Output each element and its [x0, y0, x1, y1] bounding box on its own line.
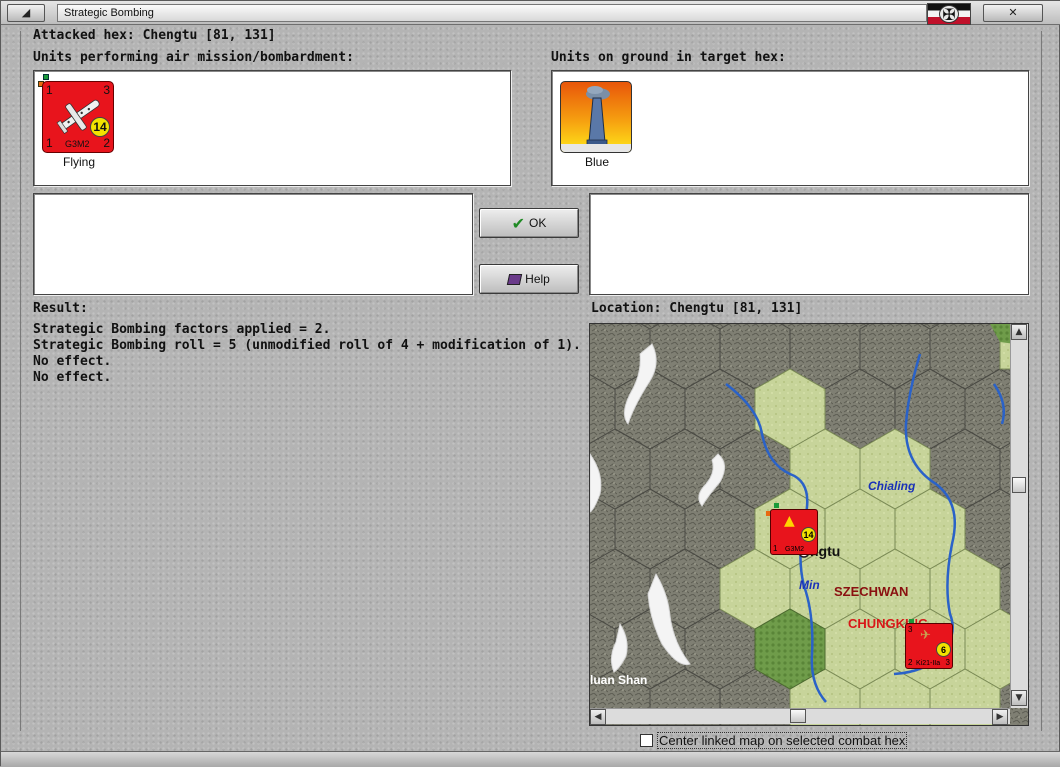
defender-details-panel	[589, 193, 1029, 295]
air-units-panel: 1 3 14 1 G3M2 2 Flying	[33, 70, 511, 186]
iron-cross-icon: ✠	[939, 5, 959, 24]
map-label-chialing: Chialing	[868, 479, 916, 493]
map-unit-strength: 14	[801, 527, 816, 542]
scroll-left-icon[interactable]: ◀	[590, 709, 606, 725]
minimize-icon: ◢	[21, 6, 31, 19]
map-vertical-scrollbar[interactable]: ▲ ▼	[1010, 324, 1028, 708]
ground-units-panel: Blue	[551, 70, 1029, 186]
air-units-heading: Units performing air mission/bombardment…	[33, 50, 354, 65]
close-icon: ✕	[1008, 6, 1018, 19]
map-unit-value: 2	[908, 658, 913, 667]
map-unit-counter: 3 ✈ 6 2 Ki21-IIa 3	[905, 623, 953, 669]
map-label-mountains: luan Shan	[590, 673, 647, 687]
fire-icon: ▲	[784, 513, 795, 529]
bomber-aircraft-icon: ✈	[920, 628, 931, 643]
result-heading: Result:	[33, 301, 88, 316]
result-line: No effect.	[33, 354, 112, 369]
map-unit-g3m2[interactable]: ▲ 14 1 G3M2	[766, 499, 822, 555]
unit-bottom-left-value: 1	[46, 136, 53, 150]
horizontal-scroll-thumb[interactable]	[790, 709, 806, 723]
checkmark-icon: ✔	[511, 213, 526, 233]
status-dot-icon	[43, 74, 49, 80]
close-button[interactable]: ✕	[983, 4, 1043, 22]
unit-bottom-right-value: 2	[103, 136, 110, 150]
map-unit-value: 3	[908, 625, 913, 634]
vertical-scroll-thumb[interactable]	[1012, 477, 1026, 493]
scroll-right-icon[interactable]: ▶	[992, 709, 1008, 725]
nationality-flag-icon: ✠	[927, 3, 971, 25]
map-unit-counter: ▲ 14 1 G3M2	[770, 509, 818, 555]
smokestack-icon	[561, 86, 631, 152]
help-button-label: Help	[525, 272, 550, 286]
factory-smokestack-icon	[560, 81, 632, 153]
title-bar: ◢ Strategic Bombing ✠ ✕	[1, 1, 1060, 25]
map-unit-type: Ki21-IIa	[916, 660, 941, 667]
map-label-province: SZECHWAN	[834, 584, 908, 599]
ok-button[interactable]: ✔ OK	[479, 208, 579, 238]
map-unit-strength: 6	[936, 642, 951, 657]
result-line: Strategic Bombing factors applied = 2.	[33, 322, 331, 337]
map-unit-value: 1	[773, 544, 778, 553]
attacked-hex-label: Attacked hex: Chengtu [81, 131]	[33, 28, 276, 43]
map-unit-type: G3M2	[785, 546, 805, 553]
air-unit-g3m2[interactable]: 1 3 14 1 G3M2 2 Flying	[38, 73, 128, 173]
help-button[interactable]: Help	[479, 264, 579, 294]
status-dot-icon	[774, 503, 779, 508]
book-icon	[506, 273, 523, 285]
ground-units-heading: Units on ground in target hex:	[551, 50, 786, 65]
strength-badge: 14	[90, 117, 110, 137]
result-line: Strategic Bombing roll = 5 (unmodified r…	[33, 338, 581, 353]
map-horizontal-scrollbar[interactable]: ◀ ▶	[590, 708, 1010, 725]
air-unit-counter: 1 3 14 1 G3M2 2	[42, 81, 114, 153]
ok-button-label: OK	[529, 216, 547, 230]
scroll-down-icon[interactable]: ▼	[1011, 690, 1027, 706]
ground-unit-blue[interactable]: Blue	[556, 73, 646, 173]
scroll-up-icon[interactable]: ▲	[1011, 324, 1027, 340]
location-minimap[interactable]: Chialing Min ngtu SZECHWAN CHUNGKING lua…	[589, 323, 1029, 726]
ground-unit-caption: Blue	[584, 155, 610, 169]
center-map-checkbox-label[interactable]: Center linked map on selected combat hex	[657, 732, 908, 749]
minimize-button[interactable]: ◢	[7, 4, 45, 22]
attacker-details-panel	[33, 193, 473, 295]
location-label: Location: Chengtu [81, 131]	[591, 301, 803, 316]
air-unit-caption: Flying	[62, 155, 95, 169]
center-map-checkbox[interactable]	[640, 734, 653, 747]
window-title: Strategic Bombing	[57, 4, 927, 22]
strategic-bombing-window: ◢ Strategic Bombing ✠ ✕ Attacked hex: Ch…	[0, 0, 1060, 767]
map-label-min: Min	[799, 578, 820, 592]
result-line: No effect.	[33, 370, 112, 385]
bottom-status-bar	[1, 751, 1060, 767]
map-unit-ki21[interactable]: 3 ✈ 6 2 Ki21-IIa 3	[901, 619, 957, 675]
map-unit-value: 3	[945, 658, 950, 667]
unit-type-label: G3M2	[65, 139, 90, 149]
left-frame-edge	[5, 31, 21, 731]
right-frame-edge	[1041, 31, 1057, 731]
